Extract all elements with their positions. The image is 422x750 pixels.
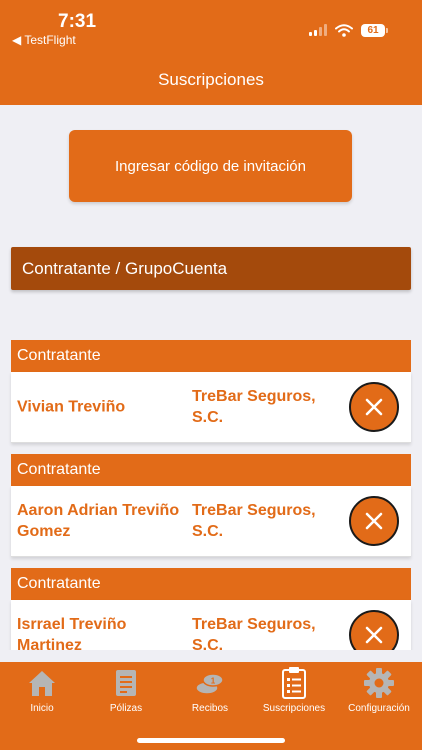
remove-subscription-button[interactable]: [349, 496, 399, 546]
subscription-card: Contratante Aaron Adrian Treviño Gomez T…: [11, 454, 411, 558]
company-name: TreBar Seguros, S.C.: [192, 502, 316, 540]
card-header: Contratante: [11, 568, 411, 600]
back-to-testflight-link[interactable]: ◀ TestFlight: [12, 33, 76, 47]
status-icons: 61: [309, 22, 388, 38]
card-header: Contratante: [11, 340, 411, 372]
tab-polizas[interactable]: Pólizas: [84, 662, 168, 722]
tab-label: Pólizas: [109, 703, 143, 714]
card-body: Aaron Adrian Treviño Gomez TreBar Seguro…: [11, 486, 411, 557]
enter-invitation-code-button[interactable]: Ingresar código de invitación: [69, 130, 352, 202]
contractor-name: Vivian Treviño: [17, 398, 126, 416]
close-icon: [365, 398, 383, 416]
tab-suscripciones[interactable]: Suscripciones: [252, 662, 336, 722]
contractor-name: Isrrael Treviño Martinez: [17, 616, 127, 650]
tab-label: Configuración: [348, 703, 410, 714]
top-header: 7:31 ◀ TestFlight 61 Suscripciones: [0, 0, 422, 105]
contractor-name: Aaron Adrian Treviño Gomez: [17, 502, 180, 540]
subscription-card: Contratante Isrrael Treviño Martinez Tre…: [11, 568, 411, 650]
tab-label: Recibos: [191, 703, 229, 714]
svg-text:1: 1: [211, 677, 216, 686]
remove-subscription-button[interactable]: [349, 610, 399, 650]
page-title: Suscripciones: [158, 70, 264, 89]
card-body: Isrrael Treviño Martinez TreBar Seguros,…: [11, 600, 411, 650]
home-icon: [29, 671, 55, 696]
clipboard-icon: [282, 667, 306, 699]
cellular-signal-icon: [309, 24, 327, 36]
subscription-card: Contratante Vivian Treviño TreBar Seguro…: [11, 340, 411, 444]
close-icon: [365, 512, 383, 530]
gear-icon: [364, 668, 394, 698]
status-time: 7:31: [58, 11, 97, 32]
company-name: TreBar Seguros, S.C.: [192, 616, 316, 650]
subscriptions-list[interactable]: Contratante Vivian Treviño TreBar Seguro…: [0, 330, 422, 650]
coins-icon: 1: [195, 673, 224, 695]
close-icon: [365, 626, 383, 644]
home-indicator: [137, 738, 285, 743]
policies-icon: [116, 670, 136, 696]
group-account-header: Contratante / GrupoCuenta: [11, 247, 411, 290]
tab-recibos[interactable]: 1 Recibos: [168, 662, 252, 722]
tab-label: Inicio: [30, 703, 54, 714]
card-header: Contratante: [11, 454, 411, 486]
tab-inicio[interactable]: Inicio: [0, 662, 84, 722]
tab-bar: Inicio Pólizas 1 Recibos Suscripciones C…: [0, 662, 422, 750]
wifi-icon: [335, 23, 353, 37]
company-name: TreBar Seguros, S.C.: [192, 388, 316, 426]
tab-label: Suscripciones: [262, 703, 326, 714]
tab-configuracion[interactable]: Configuración: [336, 662, 422, 722]
card-body: Vivian Treviño TreBar Seguros, S.C.: [11, 372, 411, 443]
battery-level: 61: [361, 23, 385, 37]
battery-icon: 61: [361, 23, 388, 37]
remove-subscription-button[interactable]: [349, 382, 399, 432]
